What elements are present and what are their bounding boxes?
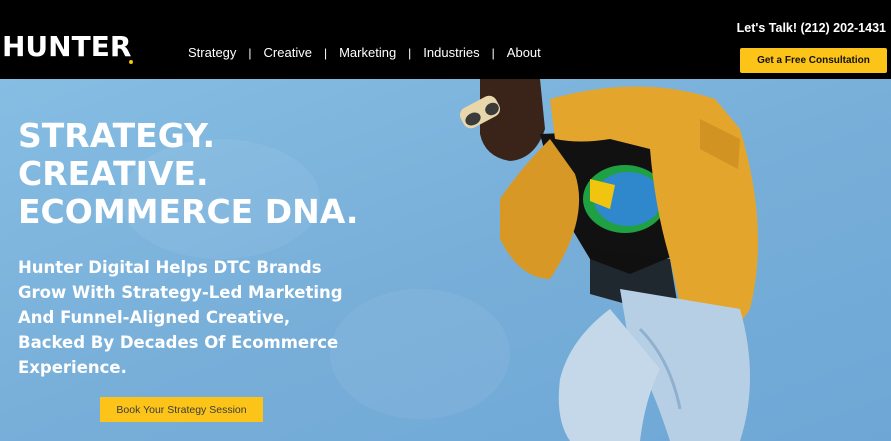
- headline-line: STRATEGY.: [18, 116, 216, 155]
- brand-logo[interactable]: HUNTER: [2, 30, 134, 64]
- hero-subheadline: Hunter Digital Helps DTC Brands Grow Wit…: [18, 258, 343, 377]
- nav-separator: |: [323, 46, 328, 60]
- nav-separator: |: [248, 46, 252, 60]
- logo-dot-icon: [129, 60, 134, 64]
- headline-line: ECOMMERCE DNA.: [18, 192, 359, 231]
- nav-separator: |: [491, 46, 495, 60]
- nav-separator: |: [408, 46, 412, 60]
- hero-headline: STRATEGY. CREATIVE. ECOMMERCE DNA.: [18, 117, 358, 231]
- main-nav: Strategy | Creative | Marketing | Indust…: [188, 44, 541, 62]
- hero-section: STRATEGY. CREATIVE. ECOMMERCE DNA. Hunte…: [0, 79, 891, 441]
- nav-item-industries[interactable]: Industries: [423, 44, 479, 62]
- headline-line: CREATIVE.: [18, 154, 209, 193]
- logo-text: HUNTER: [2, 30, 132, 63]
- person-jumping-yellow-jacket-image: [459, 79, 758, 441]
- nav-item-marketing[interactable]: Marketing: [339, 44, 396, 62]
- nav-item-about[interactable]: About: [507, 44, 541, 62]
- book-strategy-session-button[interactable]: Book Your Strategy Session: [100, 397, 263, 422]
- nav-item-strategy[interactable]: Strategy: [188, 44, 236, 62]
- phone-contact[interactable]: Let's Talk! (212) 202-1431: [737, 20, 886, 36]
- site-header: HUNTER Strategy | Creative | Marketing |…: [0, 0, 891, 79]
- free-consultation-button[interactable]: Get a Free Consultation: [740, 48, 887, 73]
- nav-item-creative[interactable]: Creative: [264, 44, 312, 62]
